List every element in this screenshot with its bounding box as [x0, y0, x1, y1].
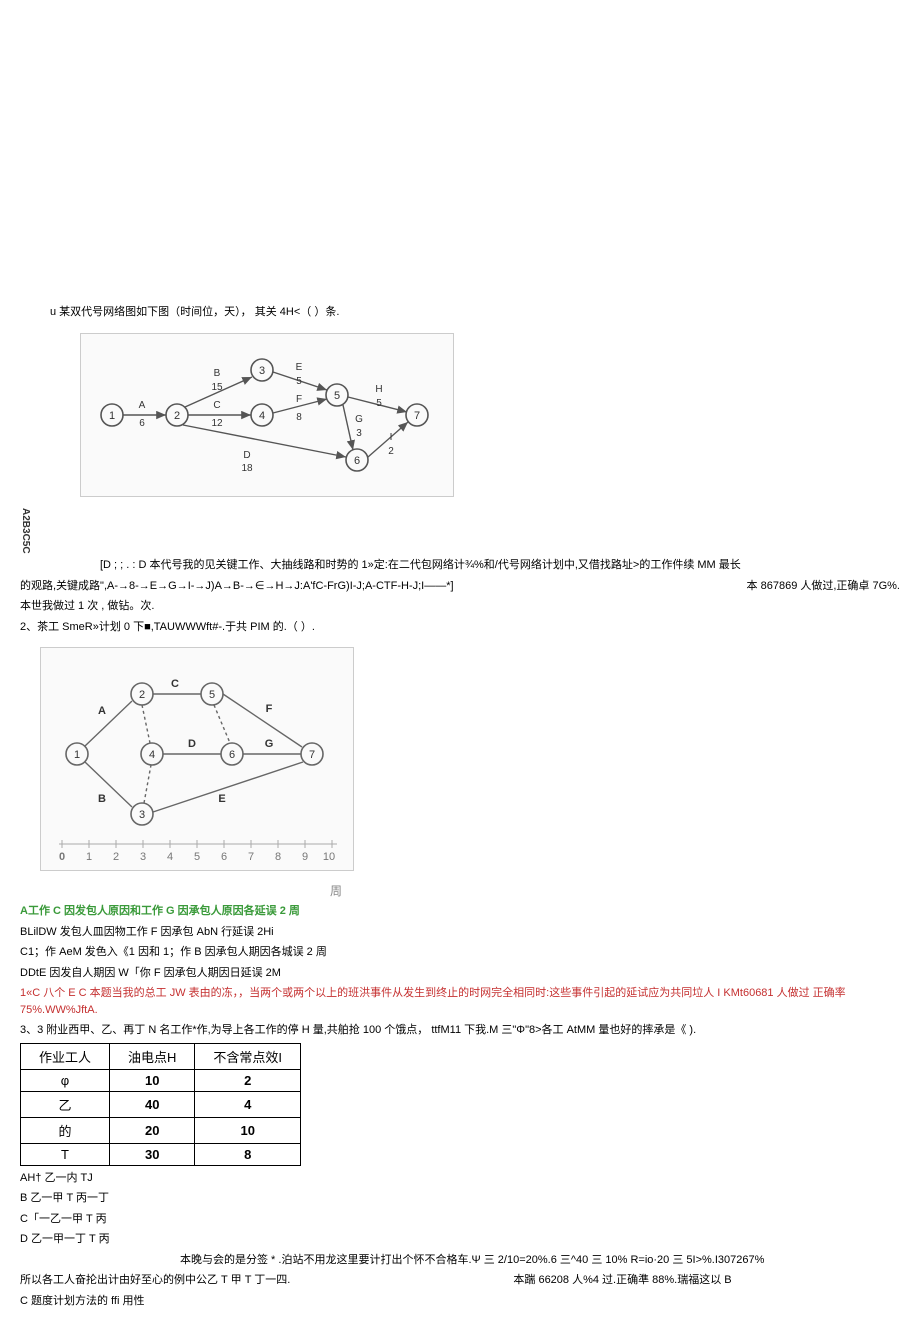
q2-hint: 1«C 八个 E C 本题当我的总工 JW 表由的冻，，当两个或两个以上的班洪事…: [20, 985, 900, 1018]
svg-text:E: E: [218, 793, 225, 805]
svg-text:12: 12: [211, 418, 223, 429]
svg-text:2: 2: [174, 410, 180, 422]
q1-vert-label: A2B3C5C: [20, 508, 31, 554]
svg-text:2: 2: [113, 851, 119, 863]
q3-table: 作业工人 油电点H 不含常点效I φ 10 2 乙 40 4 的 20 10 T…: [20, 1043, 301, 1166]
svg-text:D: D: [188, 738, 196, 750]
svg-text:3: 3: [140, 851, 146, 863]
svg-text:5: 5: [296, 376, 302, 387]
svg-text:6: 6: [221, 851, 227, 863]
svg-text:4: 4: [167, 851, 173, 863]
svg-text:I: I: [390, 432, 393, 443]
q3-note1: 本晚与会的是分签 * .泊站不用龙这里要计打出个怀不合格车.Ψ 三 2/10=2…: [20, 1252, 900, 1269]
table-row: 的 20 10: [21, 1117, 301, 1143]
svg-text:F: F: [296, 394, 302, 405]
network-diagram-1: 12 34 56 7 A6 B15 C12 D18 E5 F8 G3 H5 I2: [80, 333, 454, 497]
svg-text:7: 7: [248, 851, 254, 863]
svg-text:2: 2: [388, 446, 394, 457]
table-row: 乙 40 4: [21, 1091, 301, 1117]
svg-text:2: 2: [139, 689, 145, 701]
svg-text:G: G: [265, 738, 274, 750]
svg-text:3: 3: [356, 428, 362, 439]
svg-text:D: D: [243, 450, 250, 461]
svg-text:4: 4: [259, 410, 265, 422]
q2-option-a: A工作 C 因发包人原因和工作 G 因承包人原因各延误 2 周: [20, 903, 900, 920]
svg-text:B: B: [98, 793, 106, 805]
svg-text:5: 5: [334, 390, 340, 402]
svg-text:1: 1: [74, 749, 80, 761]
svg-text:5: 5: [376, 398, 382, 409]
q2-intro: 2、茶工 SmeR»计划 0 下■,TAUWWWft#-.于共 PIM 的.（ …: [20, 619, 900, 636]
svg-text:C: C: [213, 400, 220, 411]
svg-text:18: 18: [241, 463, 253, 474]
svg-text:10: 10: [323, 851, 335, 863]
svg-text:H: H: [375, 384, 382, 395]
svg-text:6: 6: [354, 455, 360, 467]
svg-text:A: A: [139, 400, 146, 411]
q1-done: 本世我做过 1 次 , 做钻。次.: [20, 598, 900, 615]
svg-text:B: B: [214, 368, 221, 379]
q3-option-d: D 乙一甲一丁 T 丙: [20, 1231, 900, 1248]
svg-text:A: A: [98, 705, 106, 717]
svg-text:6: 6: [139, 418, 145, 429]
svg-text:G: G: [355, 414, 363, 425]
q3-option-b: B 乙一甲 T 丙一丁: [20, 1190, 900, 1207]
q3-option-a: AH† 乙一内 TJ: [20, 1170, 900, 1187]
q1-line1: [D ; ; . : D 本代号我的见关键工作、大抽线路和时势的 1»定:在二代…: [20, 557, 900, 574]
svg-text:6: 6: [229, 749, 235, 761]
network-diagram-2: 1 2 3 4 5 6 7 A C F B D G E: [40, 647, 354, 871]
col-worker: 作业工人: [21, 1043, 110, 1069]
table-row: 作业工人 油电点H 不含常点效I: [21, 1043, 301, 1069]
svg-text:15: 15: [211, 382, 223, 393]
q3-note2: 所以各工人奋抡出计由好至心的例中公乙 T 甲 T 丁一四. 本踹 66208 人…: [20, 1272, 900, 1289]
svg-text:1: 1: [109, 410, 115, 422]
col-h: 油电点H: [110, 1043, 195, 1069]
svg-text:3: 3: [259, 365, 265, 377]
q1-line2: 的观路,关键成路",A-→8-→E→G→I-→J)A→B-→∈→H→J:A'fC…: [20, 578, 900, 595]
q1-intro: u 某双代号网络图如下图（时间位，天）， 其关 4H<（ ）条.: [20, 304, 900, 321]
svg-text:9: 9: [302, 851, 308, 863]
table-row: φ 10 2: [21, 1069, 301, 1091]
svg-text:1: 1: [86, 851, 92, 863]
q2-axis-unit: 周: [20, 882, 900, 899]
svg-text:E: E: [296, 362, 303, 373]
svg-text:4: 4: [149, 749, 155, 761]
svg-text:8: 8: [296, 412, 302, 423]
table-row: T 30 8: [21, 1143, 301, 1165]
svg-text:3: 3: [139, 809, 145, 821]
svg-text:8: 8: [275, 851, 281, 863]
svg-text:7: 7: [309, 749, 315, 761]
svg-text:F: F: [266, 703, 273, 715]
svg-text:5: 5: [209, 689, 215, 701]
q3-option-c: C「一乙一甲 T 丙: [20, 1211, 900, 1228]
q3-intro: 3、3 附业西甲、乙、再丁 N 名工作*作,为导上各工作的停 H 量,共舶抢 1…: [20, 1022, 900, 1039]
q2-option-c: C1；作 AeM 发色入《1 因和 1；作 B 因承包人期因各城误 2 周: [20, 944, 900, 961]
svg-text:0: 0: [59, 851, 65, 863]
q2-option-d: DDtE 因发自人期因 W「你 F 因承包人期因日延误 2M: [20, 965, 900, 982]
col-eff: 不含常点效I: [195, 1043, 301, 1069]
svg-text:7: 7: [414, 410, 420, 422]
q2-option-b: BLilDW 发包人皿因物工作 F 因承包 AbN 行延误 2Hi: [20, 924, 900, 941]
svg-text:5: 5: [194, 851, 200, 863]
svg-text:C: C: [171, 678, 179, 690]
